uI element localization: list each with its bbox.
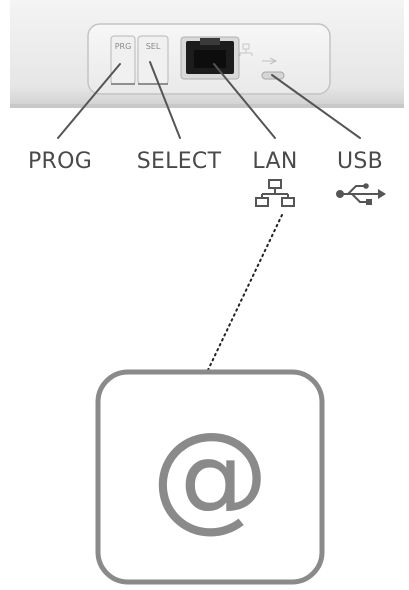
usb-callout-label: USB [337, 149, 383, 174]
prog-button[interactable]: PRG [110, 35, 136, 85]
select-button-label: SEL [146, 42, 161, 51]
usb-icon [336, 183, 386, 205]
internet-box: @ [95, 369, 325, 585]
prog-button-label: PRG [115, 42, 132, 51]
device: PRG SEL [10, 0, 404, 108]
connection-diagram: PRG SEL PROG SELECT LAN USB @ [10, 0, 404, 585]
device-bottom-edge [10, 104, 404, 108]
at-sign-icon: @ [151, 406, 269, 544]
select-button[interactable]: SEL [137, 35, 169, 85]
prog-callout-label: PROG [28, 149, 92, 174]
lan-callout-label: LAN [252, 149, 297, 174]
select-callout-label: SELECT [137, 149, 222, 174]
network-icon [255, 179, 295, 207]
lan-connection-dotted-line [207, 214, 283, 371]
